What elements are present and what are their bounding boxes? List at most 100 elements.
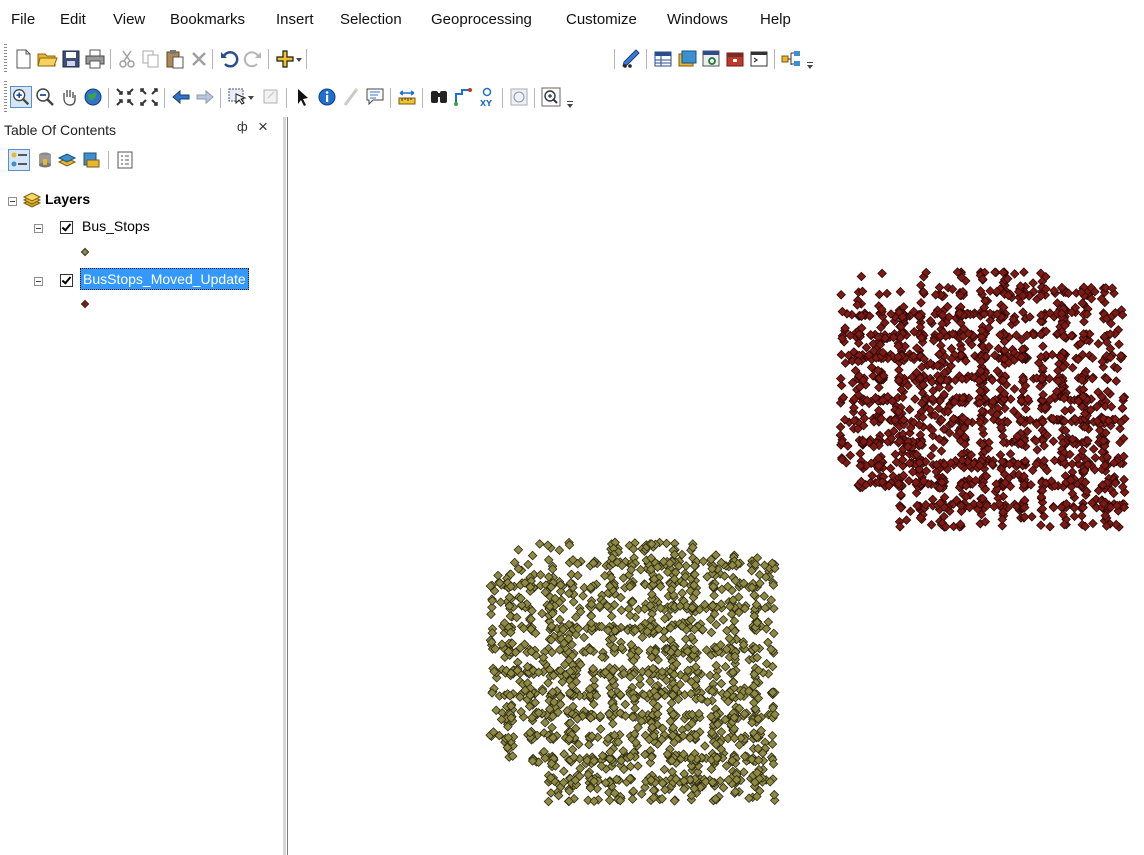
menu-help[interactable]: Help (760, 11, 791, 28)
toolbar-overflow-icon[interactable] (806, 62, 814, 72)
menu-selection[interactable]: Selection (340, 11, 402, 28)
menu-insert[interactable]: Insert (276, 11, 314, 28)
map-point (1038, 341, 1048, 352)
map-canvas[interactable] (290, 117, 1144, 855)
menu-file[interactable]: File (11, 11, 35, 28)
list-by-selection-icon[interactable] (80, 149, 102, 171)
magnifier-window-icon[interactable] (540, 86, 562, 108)
measure-icon[interactable] (396, 86, 418, 108)
map-point (926, 451, 936, 461)
map-point (835, 373, 846, 384)
menu-windows[interactable]: Windows (667, 11, 728, 28)
list-by-source-icon[interactable] (34, 149, 56, 171)
forward-icon[interactable] (194, 86, 216, 108)
menu-customize[interactable]: Customize (566, 11, 637, 28)
map-point (706, 627, 717, 638)
find-icon[interactable] (428, 86, 450, 108)
menu-geoprocessing[interactable]: Geoprocessing (431, 11, 532, 28)
fixed-zoom-in-icon[interactable] (114, 86, 136, 108)
map-point (845, 450, 856, 461)
identify-icon[interactable] (316, 86, 338, 108)
map-point (1009, 384, 1020, 394)
table-icon[interactable] (652, 48, 674, 70)
model-builder-icon[interactable] (780, 48, 802, 70)
add-data-dropdown-icon[interactable] (294, 48, 304, 70)
layers-collapse-toggle[interactable] (8, 197, 17, 206)
bus-stops-points (485, 537, 780, 807)
save-icon[interactable] (60, 48, 82, 70)
menu-view[interactable]: View (113, 11, 145, 28)
find-route-icon[interactable] (452, 86, 474, 108)
layer-name-label-selected[interactable]: BusStops_Moved_Update (80, 268, 249, 290)
open-folder-icon[interactable] (36, 48, 58, 70)
full-extent-icon[interactable] (82, 86, 104, 108)
options-icon[interactable] (114, 149, 136, 171)
map-point (698, 556, 709, 567)
toolbar-grip[interactable] (4, 44, 7, 73)
layer-name-label[interactable]: Bus_Stops (82, 218, 150, 234)
back-icon[interactable] (170, 86, 192, 108)
print-icon[interactable] (84, 48, 106, 70)
new-document-icon[interactable] (12, 48, 34, 70)
zoom-in-icon[interactable] (10, 86, 32, 108)
layer-collapse-toggle[interactable] (34, 224, 43, 233)
cut-icon[interactable] (116, 48, 138, 70)
hyperlink-icon[interactable] (340, 86, 362, 108)
editor-toolbar-icon[interactable] (620, 48, 642, 70)
clear-selection-icon[interactable] (260, 86, 282, 108)
layer-collapse-toggle[interactable] (34, 277, 43, 286)
map-point (905, 506, 916, 517)
map-point (1069, 511, 1080, 522)
standard-toolbar (0, 40, 1144, 109)
close-icon[interactable]: × (258, 118, 268, 136)
add-data-icon[interactable] (274, 48, 296, 70)
map-point (928, 443, 939, 453)
delete-icon[interactable] (188, 48, 210, 70)
copy-icon[interactable] (140, 48, 162, 70)
layer-visibility-checkbox[interactable] (60, 221, 73, 234)
pin-icon[interactable]: ф (237, 119, 248, 134)
pan-icon[interactable] (58, 86, 80, 108)
map-point (677, 588, 688, 598)
map-point (716, 678, 727, 689)
toc-title: Table Of Contents (4, 122, 117, 138)
map-view[interactable] (290, 117, 1144, 855)
redo-icon[interactable] (242, 48, 264, 70)
toolbar-grip[interactable] (4, 81, 7, 113)
map-point (567, 744, 578, 755)
select-elements-icon[interactable] (292, 86, 314, 108)
go-to-xy-icon[interactable]: XY (476, 86, 498, 108)
zoom-out-icon[interactable] (34, 86, 56, 108)
tools-toolbar: XY (0, 77, 1144, 117)
catalog-icon[interactable] (676, 48, 698, 70)
map-point (855, 448, 866, 459)
list-by-drawing-order-icon[interactable] (8, 149, 30, 171)
fixed-zoom-out-icon[interactable] (138, 86, 160, 108)
menu-edit[interactable]: Edit (60, 11, 86, 28)
arctoolbox-icon[interactable] (724, 48, 746, 70)
python-window-icon[interactable] (748, 48, 770, 70)
map-point (589, 675, 599, 685)
map-point (495, 597, 506, 608)
map-point (568, 597, 579, 607)
map-point (874, 289, 885, 300)
paste-icon[interactable] (164, 48, 186, 70)
map-point (718, 614, 729, 625)
time-slider-icon[interactable] (508, 86, 530, 108)
html-popup-icon[interactable] (364, 86, 386, 108)
layer-visibility-checkbox[interactable] (60, 274, 73, 287)
select-features-icon[interactable] (226, 86, 248, 108)
list-by-visibility-icon[interactable] (56, 149, 78, 171)
select-dropdown-icon[interactable] (246, 86, 256, 108)
point-symbol-icon[interactable] (80, 247, 90, 257)
toolbar-overflow-icon[interactable] (566, 101, 574, 111)
menu-bookmarks[interactable]: Bookmarks (170, 11, 245, 28)
layers-root-label[interactable]: Layers (45, 191, 90, 207)
search-window-icon[interactable] (700, 48, 722, 70)
layers-group-icon (22, 190, 42, 210)
map-point (711, 619, 722, 630)
map-point (926, 519, 937, 530)
map-point (558, 604, 569, 614)
undo-icon[interactable] (218, 48, 240, 70)
point-symbol-icon[interactable] (80, 299, 90, 309)
